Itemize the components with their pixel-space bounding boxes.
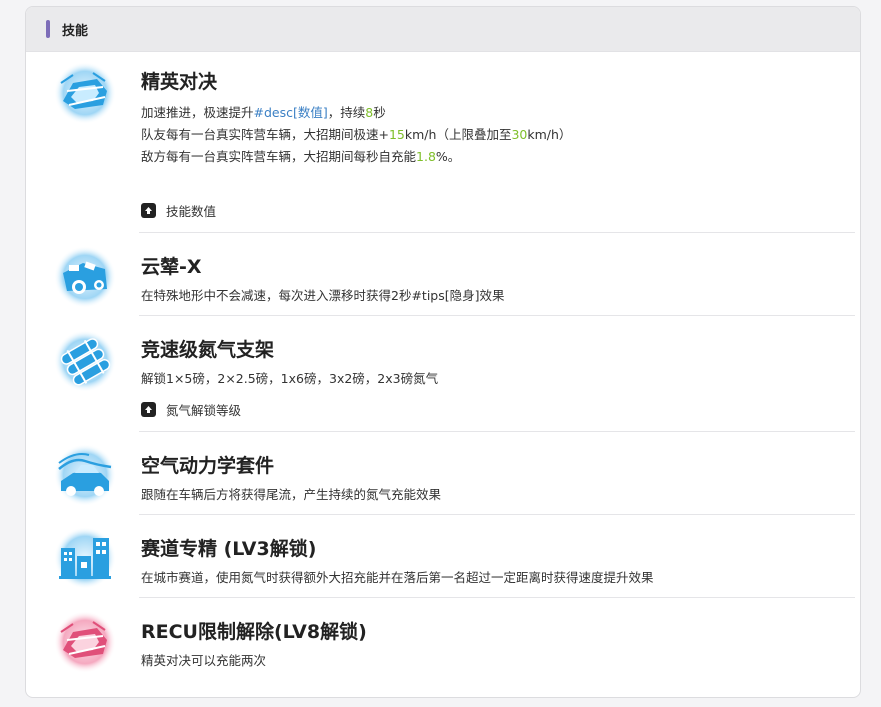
desc-link[interactable]: #desc[数值] [254,105,328,120]
expand-arrow-icon [141,402,156,417]
toggle-label: 技能数值 [166,204,217,219]
skill-name: 赛道专精 (LV3解锁) [141,538,317,560]
skill-values-toggle[interactable]: 技能数值 [141,201,216,220]
skill-desc-line: 敌方每有一台真实阵营车辆，大招期间每秒自充能1.8%。 [141,149,461,164]
skill-name: 云辇-X [141,256,202,278]
divider [139,315,855,316]
skill-name: RECU限制解除(LV8解锁) [141,621,367,643]
divider [139,431,855,432]
aero-kit-icon [54,444,116,506]
panel-header: 技能 [26,7,860,52]
expand-arrow-icon [141,203,156,218]
nitro-unlock-toggle[interactable]: 氮气解锁等级 [141,400,241,419]
divider [139,597,855,598]
city-track-icon [54,527,116,589]
skill-desc-line: 跟随在车辆后方将获得尾流，产生持续的氮气充能效果 [141,487,442,502]
divider [139,232,855,233]
skill-name: 精英对决 [141,71,218,93]
nitro-tanks-icon [54,330,116,392]
skill-desc-line: 精英对决可以充能两次 [141,653,267,668]
skill-desc-line: 解锁1×5磅，2×2.5磅，1x6磅，3x2磅，2x3磅氮气 [141,371,439,386]
panel-title: 技能 [62,23,89,39]
car-boost-icon [54,62,116,124]
skill-desc-line: 在城市赛道，使用氮气时获得额外大招充能并在落后第一名超过一定距离时获得速度提升效… [141,570,654,585]
car-drift-icon [54,246,116,308]
car-boost-red-icon [54,611,116,673]
skill-name: 空气动力学套件 [141,455,275,477]
skill-desc-line: 加速推进，极速提升#desc[数值]，持续8秒 [141,105,386,120]
skill-desc-line: 在特殊地形中不会减速，每次进入漂移时获得2秒#tips[隐身]效果 [141,288,505,303]
skills-panel: 技能 精英对决 加速推进，极速提升#desc[数值]，持续8秒 队友每有一台真实… [25,6,861,698]
toggle-label: 氮气解锁等级 [166,403,242,418]
skill-desc-line: 队友每有一台真实阵营车辆，大招期间极速+15km/h（上限叠加至30km/h） [141,127,572,142]
skill-name: 竞速级氮气支架 [141,339,275,361]
header-accent-bar [46,20,50,38]
divider [139,514,855,515]
